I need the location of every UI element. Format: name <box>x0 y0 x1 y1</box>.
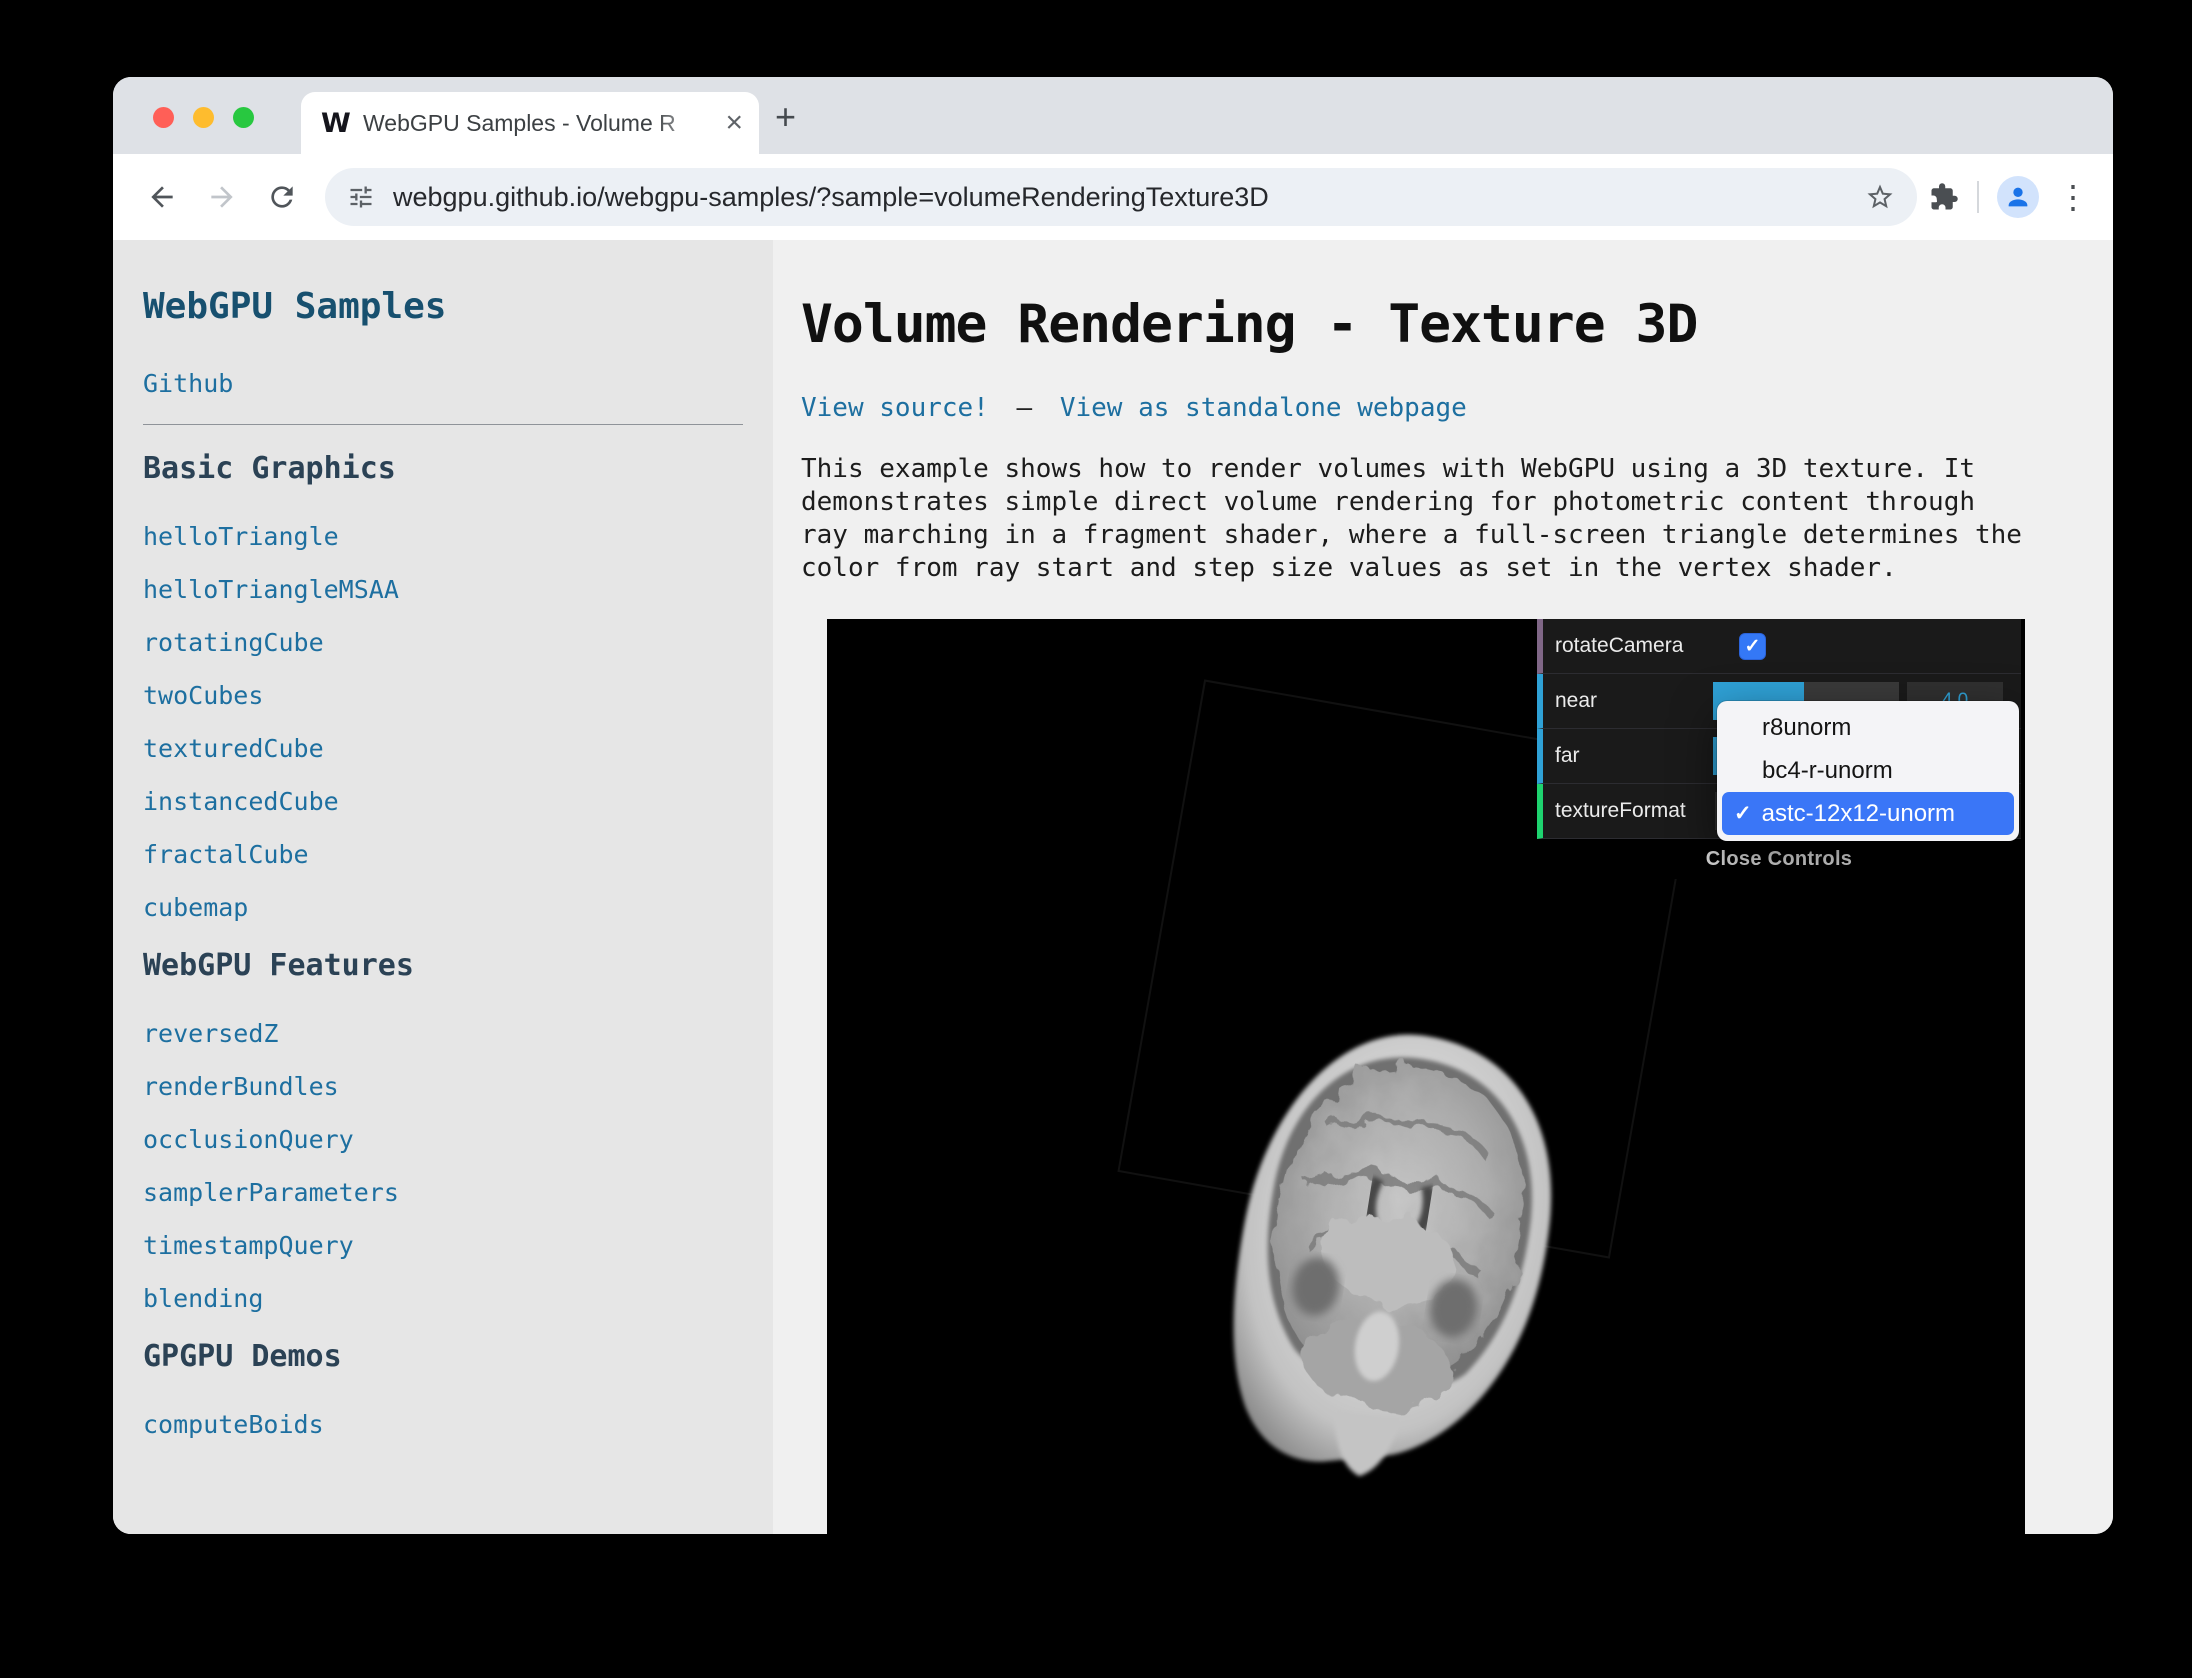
sidebar-item-samplerParameters[interactable]: samplerParameters <box>143 1178 743 1207</box>
section-heading-basic-graphics: Basic Graphics <box>143 451 743 486</box>
sidebar-item-instancedCube[interactable]: instancedCube <box>143 787 743 816</box>
near-label: near <box>1555 689 1713 713</box>
profile-avatar[interactable] <box>1997 176 2039 218</box>
toolbar-divider <box>1977 181 1979 213</box>
sidebar-divider <box>143 424 743 425</box>
render-canvas[interactable]: rotateCamera ✓ near 4.0 far <box>827 619 2025 1534</box>
forward-button[interactable] <box>197 172 247 222</box>
section-heading-webgpu-features: WebGPU Features <box>143 948 743 983</box>
forward-arrow-icon <box>206 181 238 213</box>
page-content: WebGPU Samples Github Basic Graphics hel… <box>113 240 2113 1534</box>
page-title: Volume Rendering - Texture 3D <box>801 294 2073 355</box>
site-settings-icon[interactable] <box>347 183 375 211</box>
site-title: WebGPU Samples <box>143 286 743 327</box>
dropdown-option-bc4-r-unorm[interactable]: bc4-r-unorm <box>1722 749 2014 792</box>
dropdown-option-astc-12x12-unorm[interactable]: ✓ astc-12x12-unorm <box>1722 792 2014 835</box>
address-bar[interactable]: webgpu.github.io/webgpu-samples/?sample=… <box>325 168 1917 226</box>
dropdown-option-r8unorm[interactable]: r8unorm <box>1722 706 2014 749</box>
back-button[interactable] <box>137 172 187 222</box>
minimize-window-button[interactable] <box>193 107 214 128</box>
sidebar-item-fractalCube[interactable]: fractalCube <box>143 840 743 869</box>
sidebar-item-cubemap[interactable]: cubemap <box>143 893 743 922</box>
browser-tab[interactable]: W WebGPU Samples - Volume R × <box>301 92 759 154</box>
new-tab-button[interactable]: + <box>775 99 796 135</box>
extensions-icon[interactable] <box>1929 182 1959 212</box>
standalone-webpage-link[interactable]: View as standalone webpage <box>1060 393 1467 423</box>
sidebar-item-renderBundles[interactable]: renderBundles <box>143 1072 743 1101</box>
sidebar-item-helloTriangle[interactable]: helloTriangle <box>143 522 743 551</box>
tab-strip: W WebGPU Samples - Volume R × + <box>113 77 2113 154</box>
sample-links: View source! — View as standalone webpag… <box>801 393 2073 423</box>
link-separator: — <box>1017 393 1033 423</box>
selected-check-icon: ✓ <box>1734 801 1752 826</box>
close-window-button[interactable] <box>153 107 174 128</box>
browser-menu-icon[interactable]: ⋮ <box>2057 178 2089 216</box>
main-content: Volume Rendering - Texture 3D View sourc… <box>773 240 2113 1534</box>
reload-icon <box>266 181 298 213</box>
view-source-link[interactable]: View source! <box>801 393 989 423</box>
sidebar-item-helloTriangleMSAA[interactable]: helloTriangleMSAA <box>143 575 743 604</box>
sidebar-item-blending[interactable]: blending <box>143 1284 743 1313</box>
sidebar: WebGPU Samples Github Basic Graphics hel… <box>113 240 773 1534</box>
texture-format-dropdown: r8unorm bc4-r-unorm ✓ astc-12x12-unorm <box>1717 701 2019 841</box>
sidebar-item-twoCubes[interactable]: twoCubes <box>143 681 743 710</box>
dropdown-option-label: astc-12x12-unorm <box>1762 800 1955 828</box>
webgpu-favicon-icon: W <box>321 108 355 139</box>
rotate-camera-checkbox[interactable]: ✓ <box>1739 633 1766 660</box>
sidebar-item-computeBoids[interactable]: computeBoids <box>143 1410 743 1439</box>
bookmark-star-icon[interactable] <box>1865 182 1895 212</box>
tab-close-icon[interactable]: × <box>725 108 743 138</box>
browser-window: W WebGPU Samples - Volume R × + webgpu.g… <box>113 77 2113 1534</box>
mri-brain-render <box>1171 1010 1611 1490</box>
sidebar-item-timestampQuery[interactable]: timestampQuery <box>143 1231 743 1260</box>
close-controls-button[interactable]: Close Controls <box>1537 839 2021 879</box>
sidebar-item-rotatingCube[interactable]: rotatingCube <box>143 628 743 657</box>
check-icon: ✓ <box>1745 637 1761 656</box>
github-link[interactable]: Github <box>143 369 743 398</box>
person-icon <box>2004 183 2032 211</box>
sidebar-item-occlusionQuery[interactable]: occlusionQuery <box>143 1125 743 1154</box>
tab-title: WebGPU Samples - Volume R <box>363 110 719 137</box>
texture-format-label: textureFormat <box>1555 799 1713 823</box>
gui-row-rotate-camera: rotateCamera ✓ <box>1537 619 2021 674</box>
back-arrow-icon <box>146 181 178 213</box>
section-heading-gpgpu-demos: GPGPU Demos <box>143 1339 743 1374</box>
zoom-window-button[interactable] <box>233 107 254 128</box>
window-controls <box>153 107 254 128</box>
reload-button[interactable] <box>257 172 307 222</box>
browser-toolbar: webgpu.github.io/webgpu-samples/?sample=… <box>113 154 2113 240</box>
far-label: far <box>1555 744 1713 768</box>
url-text[interactable]: webgpu.github.io/webgpu-samples/?sample=… <box>393 182 1865 213</box>
sidebar-item-texturedCube[interactable]: texturedCube <box>143 734 743 763</box>
rotate-camera-label: rotateCamera <box>1555 634 1713 658</box>
sample-description: This example shows how to render volumes… <box>801 453 2031 585</box>
sidebar-item-reversedZ[interactable]: reversedZ <box>143 1019 743 1048</box>
